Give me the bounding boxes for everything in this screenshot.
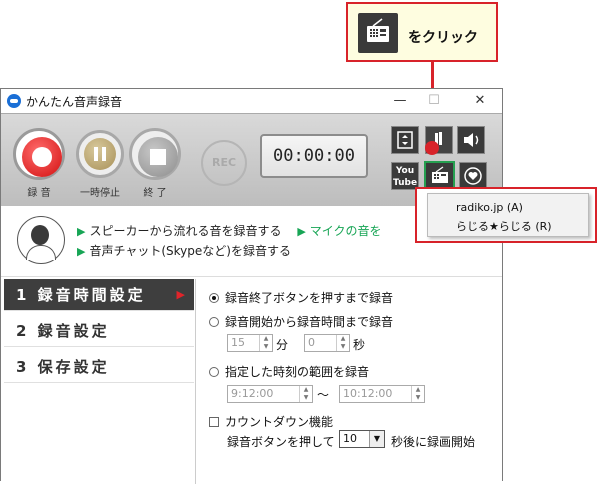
resize-icon (397, 131, 413, 149)
start-time-field[interactable]: 9:12:00 ▲ ▼ (227, 385, 313, 403)
spin-arrows-icon[interactable]: ▲ ▼ (336, 335, 349, 351)
sidebar-item-recording-settings[interactable]: 2 録音設定 (4, 315, 194, 347)
radio-menu-highlight: radiko.jp (A) らじる★らじる (R) (415, 187, 597, 243)
radio-unselected[interactable] (209, 317, 219, 327)
record-label: 録 音 (27, 188, 51, 199)
bullet-icon: ▶ (77, 245, 86, 258)
operator-avatar-icon (17, 216, 65, 264)
option-label: 指定した時刻の範囲を録音 (225, 365, 370, 379)
favorite-button[interactable] (459, 162, 487, 190)
menu-item-radiru[interactable]: らじる★らじる (R) (456, 218, 552, 234)
start-time-value: 9:12:00 (231, 387, 274, 400)
sidebar-item-save-settings[interactable]: 3 保存設定 (4, 351, 194, 383)
window-size-button[interactable] (391, 126, 419, 154)
divider (195, 279, 196, 484)
minutes-unit: 分 (276, 338, 289, 352)
stop-icon (138, 137, 178, 177)
youtube-button[interactable]: You Tube (391, 162, 419, 190)
option-label: 録音開始から録音時間まで録音 (225, 315, 394, 329)
callout-text: をクリック (408, 30, 478, 46)
spin-arrows-icon[interactable]: ▲ ▼ (259, 335, 272, 351)
maximize-button[interactable]: ☐ (419, 91, 449, 111)
record-button[interactable] (13, 128, 65, 180)
pause-button[interactable] (76, 130, 124, 178)
range-separator: ～ (317, 388, 330, 402)
speaker-button[interactable] (457, 126, 485, 154)
option-duration[interactable]: 録音開始から録音時間まで録音 (209, 313, 393, 330)
countdown-checkbox[interactable] (209, 417, 219, 427)
instruction-callout: をクリック (346, 2, 498, 62)
spin-arrows-icon[interactable]: ▲ ▼ (411, 386, 424, 402)
option-time-range[interactable]: 指定した時刻の範囲を録音 (209, 363, 369, 380)
title-bar: かんたん音声録音 — ☐ ✕ (1, 89, 502, 113)
radio-icon (358, 13, 398, 53)
minutes-value: 15 (231, 336, 245, 349)
bullet-icon: ▶ (297, 225, 306, 238)
spin-arrows-icon[interactable]: ▲ ▼ (299, 386, 312, 402)
mode-voicechat-link[interactable]: 音声チャット(Skypeなど)を録音する (89, 244, 291, 258)
option-label: 録音終了ボタンを押すまで録音 (225, 291, 394, 305)
elapsed-timer: 00:00:00 (260, 134, 368, 178)
mode-mic-link[interactable]: マイクの音を (310, 224, 382, 238)
countdown-prefix: 録音ボタンを押して (227, 435, 335, 449)
mode-speaker-link[interactable]: スピーカーから流れる音を録音する (89, 224, 281, 238)
seconds-stepper[interactable]: 0 ▲ ▼ (304, 334, 350, 352)
countdown-option[interactable]: カウントダウン機能 (209, 413, 333, 430)
countdown-label: カウントダウン機能 (225, 415, 334, 429)
minimize-button[interactable]: — (385, 91, 415, 111)
settings-sidebar: 1 録音時間設定 2 録音設定 3 保存設定 (1, 279, 195, 484)
rec-indicator: REC (201, 140, 247, 186)
heart-icon (464, 167, 482, 185)
sidebar-item-recording-time[interactable]: 1 録音時間設定 (4, 279, 194, 311)
app-icon (7, 94, 21, 108)
speaker-icon (464, 133, 479, 147)
seconds-unit: 秒 (353, 338, 366, 352)
pause-icon (84, 138, 116, 170)
end-time-value: 10:12:00 (343, 387, 393, 400)
end-time-field[interactable]: 10:12:00 ▲ ▼ (339, 385, 425, 403)
record-icon (22, 137, 62, 177)
bullet-icon: ▶ (77, 225, 86, 238)
close-button[interactable]: ✕ (465, 91, 495, 111)
option-until-stop[interactable]: 録音終了ボタンを押すまで録音 (209, 289, 393, 306)
pause-label: 一時停止 (80, 188, 120, 199)
window-title: かんたん音声録音 (26, 95, 123, 109)
stop-label: 終 了 (143, 188, 167, 199)
radio-icon (431, 166, 448, 183)
radio-menu: radiko.jp (A) らじる★らじる (R) (427, 193, 589, 237)
radio-selected[interactable] (209, 293, 219, 303)
seconds-value: 0 (308, 336, 315, 349)
countdown-value: 10 (343, 432, 357, 445)
countdown-suffix: 秒後に録画開始 (391, 435, 476, 449)
chevron-down-icon: ▼ (369, 431, 384, 447)
minutes-stepper[interactable]: 15 ▲ ▼ (227, 334, 273, 352)
menu-item-radiko[interactable]: radiko.jp (A) (456, 201, 523, 214)
youtube-icon: You Tube (392, 166, 418, 188)
stop-button[interactable] (129, 128, 181, 180)
callout-pointer-dot (425, 141, 439, 155)
countdown-select[interactable]: 10 ▼ (339, 430, 385, 448)
radio-unselected[interactable] (209, 367, 219, 377)
